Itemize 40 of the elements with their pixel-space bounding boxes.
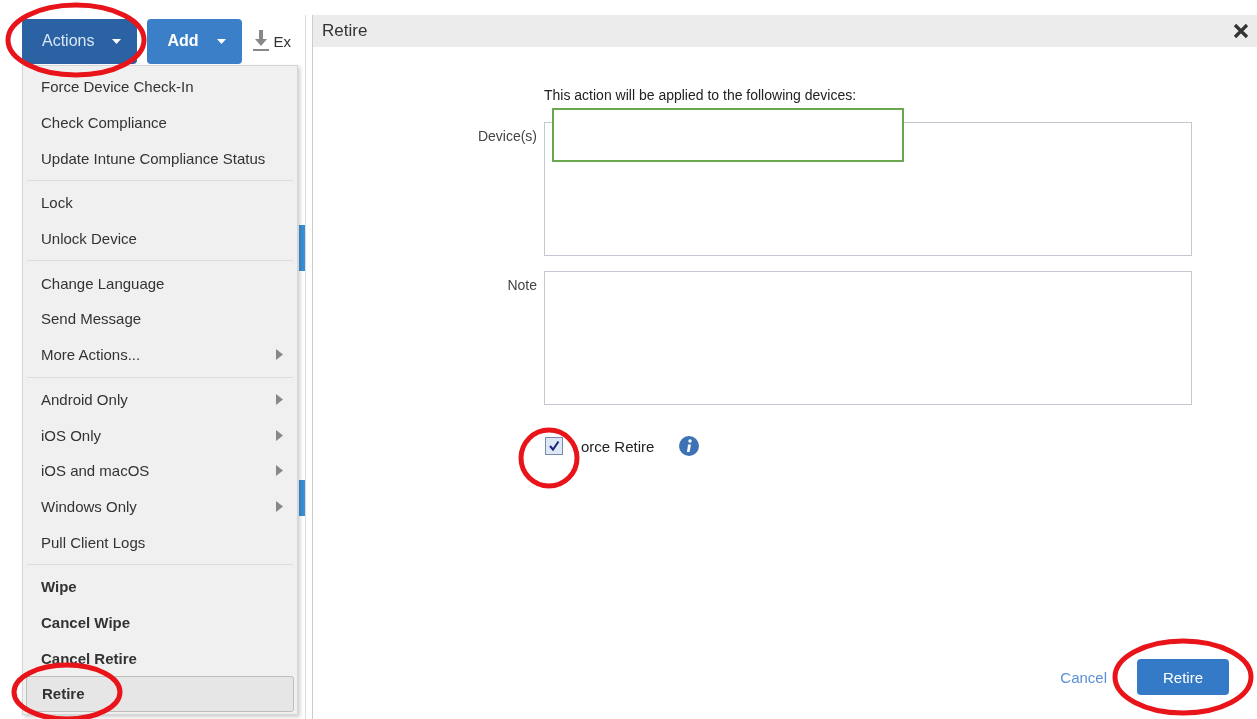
dropdown-button[interactable]: Actions [22, 18, 138, 64]
intro-text: This action will be applied to the following devices: [544, 87, 858, 103]
submenu-arrow-icon [276, 393, 283, 405]
info-icon[interactable] [678, 435, 701, 457]
download-icon [251, 30, 270, 52]
menu-item[interactable]: More Actions... [23, 336, 297, 373]
menu-item[interactable]: Android Only [23, 381, 297, 418]
submenu-arrow-icon [276, 349, 283, 361]
checkbox[interactable] [545, 437, 563, 455]
menu-item[interactable]: Windows Only [23, 488, 297, 525]
field-label: Device(s) [476, 127, 537, 144]
menu-item[interactable]: Cancel Retire [23, 640, 297, 676]
dialog-title: Retire [322, 21, 368, 41]
background-panel-strip [299, 225, 305, 271]
menu-item[interactable]: Force Device Check-In [23, 69, 297, 105]
menu-item[interactable]: Send Message [23, 301, 297, 337]
caret-icon [112, 38, 122, 44]
menu-item[interactable]: Wipe [23, 568, 297, 605]
close-icon[interactable] [1233, 23, 1249, 39]
submenu-arrow-icon [276, 500, 283, 512]
submenu-arrow-icon [276, 465, 283, 477]
menu-item[interactable]: Retire [26, 676, 294, 712]
menu-item[interactable]: iOS and macOS [23, 452, 297, 489]
caret-icon [216, 38, 226, 44]
checkbox-label: orce Retire [581, 437, 655, 455]
menu-item[interactable]: iOS Only [23, 417, 297, 453]
retire-button[interactable]: Retire [1137, 659, 1229, 695]
menu-item[interactable]: Lock [23, 185, 297, 221]
submenu-arrow-icon [276, 429, 283, 441]
menu-item[interactable]: Pull Client Logs [23, 524, 297, 560]
background-panel-strip [299, 480, 305, 516]
menu-item[interactable]: Check Compliance [23, 104, 297, 141]
menu-item[interactable]: Update Intune Compliance Status [23, 140, 297, 177]
annotation-ellipse [518, 427, 580, 489]
field-label: Note [506, 276, 537, 293]
menu-item[interactable]: Cancel Wipe [23, 604, 297, 641]
menu-item[interactable]: Unlock Device [23, 220, 297, 257]
dropdown-button[interactable]: Add [147, 18, 242, 64]
menu-item[interactable]: Change Language [23, 265, 297, 302]
export-label[interactable]: Ex [273, 32, 292, 50]
